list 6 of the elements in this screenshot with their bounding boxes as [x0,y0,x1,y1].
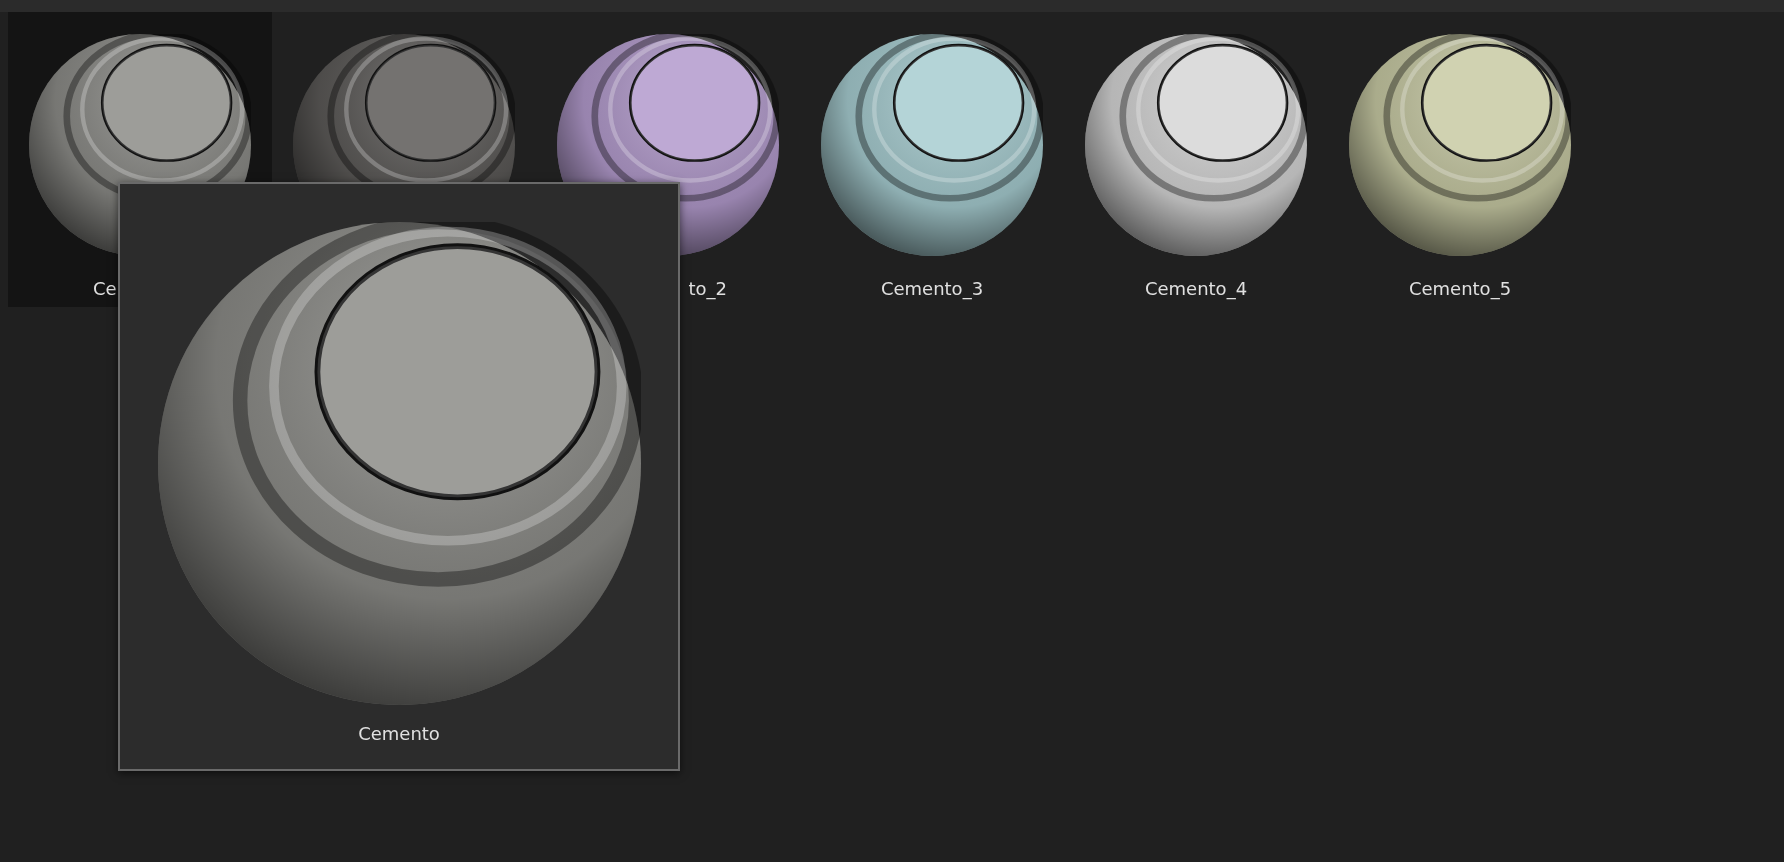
material-name: Cemento_3 [879,278,985,299]
material-name: Cemento_5 [1407,278,1513,299]
material-name: to_2 [687,278,728,299]
material-name: Cemento_4 [1143,278,1249,299]
material-name: Cemento [358,723,440,744]
material-name: Ce [92,278,118,299]
